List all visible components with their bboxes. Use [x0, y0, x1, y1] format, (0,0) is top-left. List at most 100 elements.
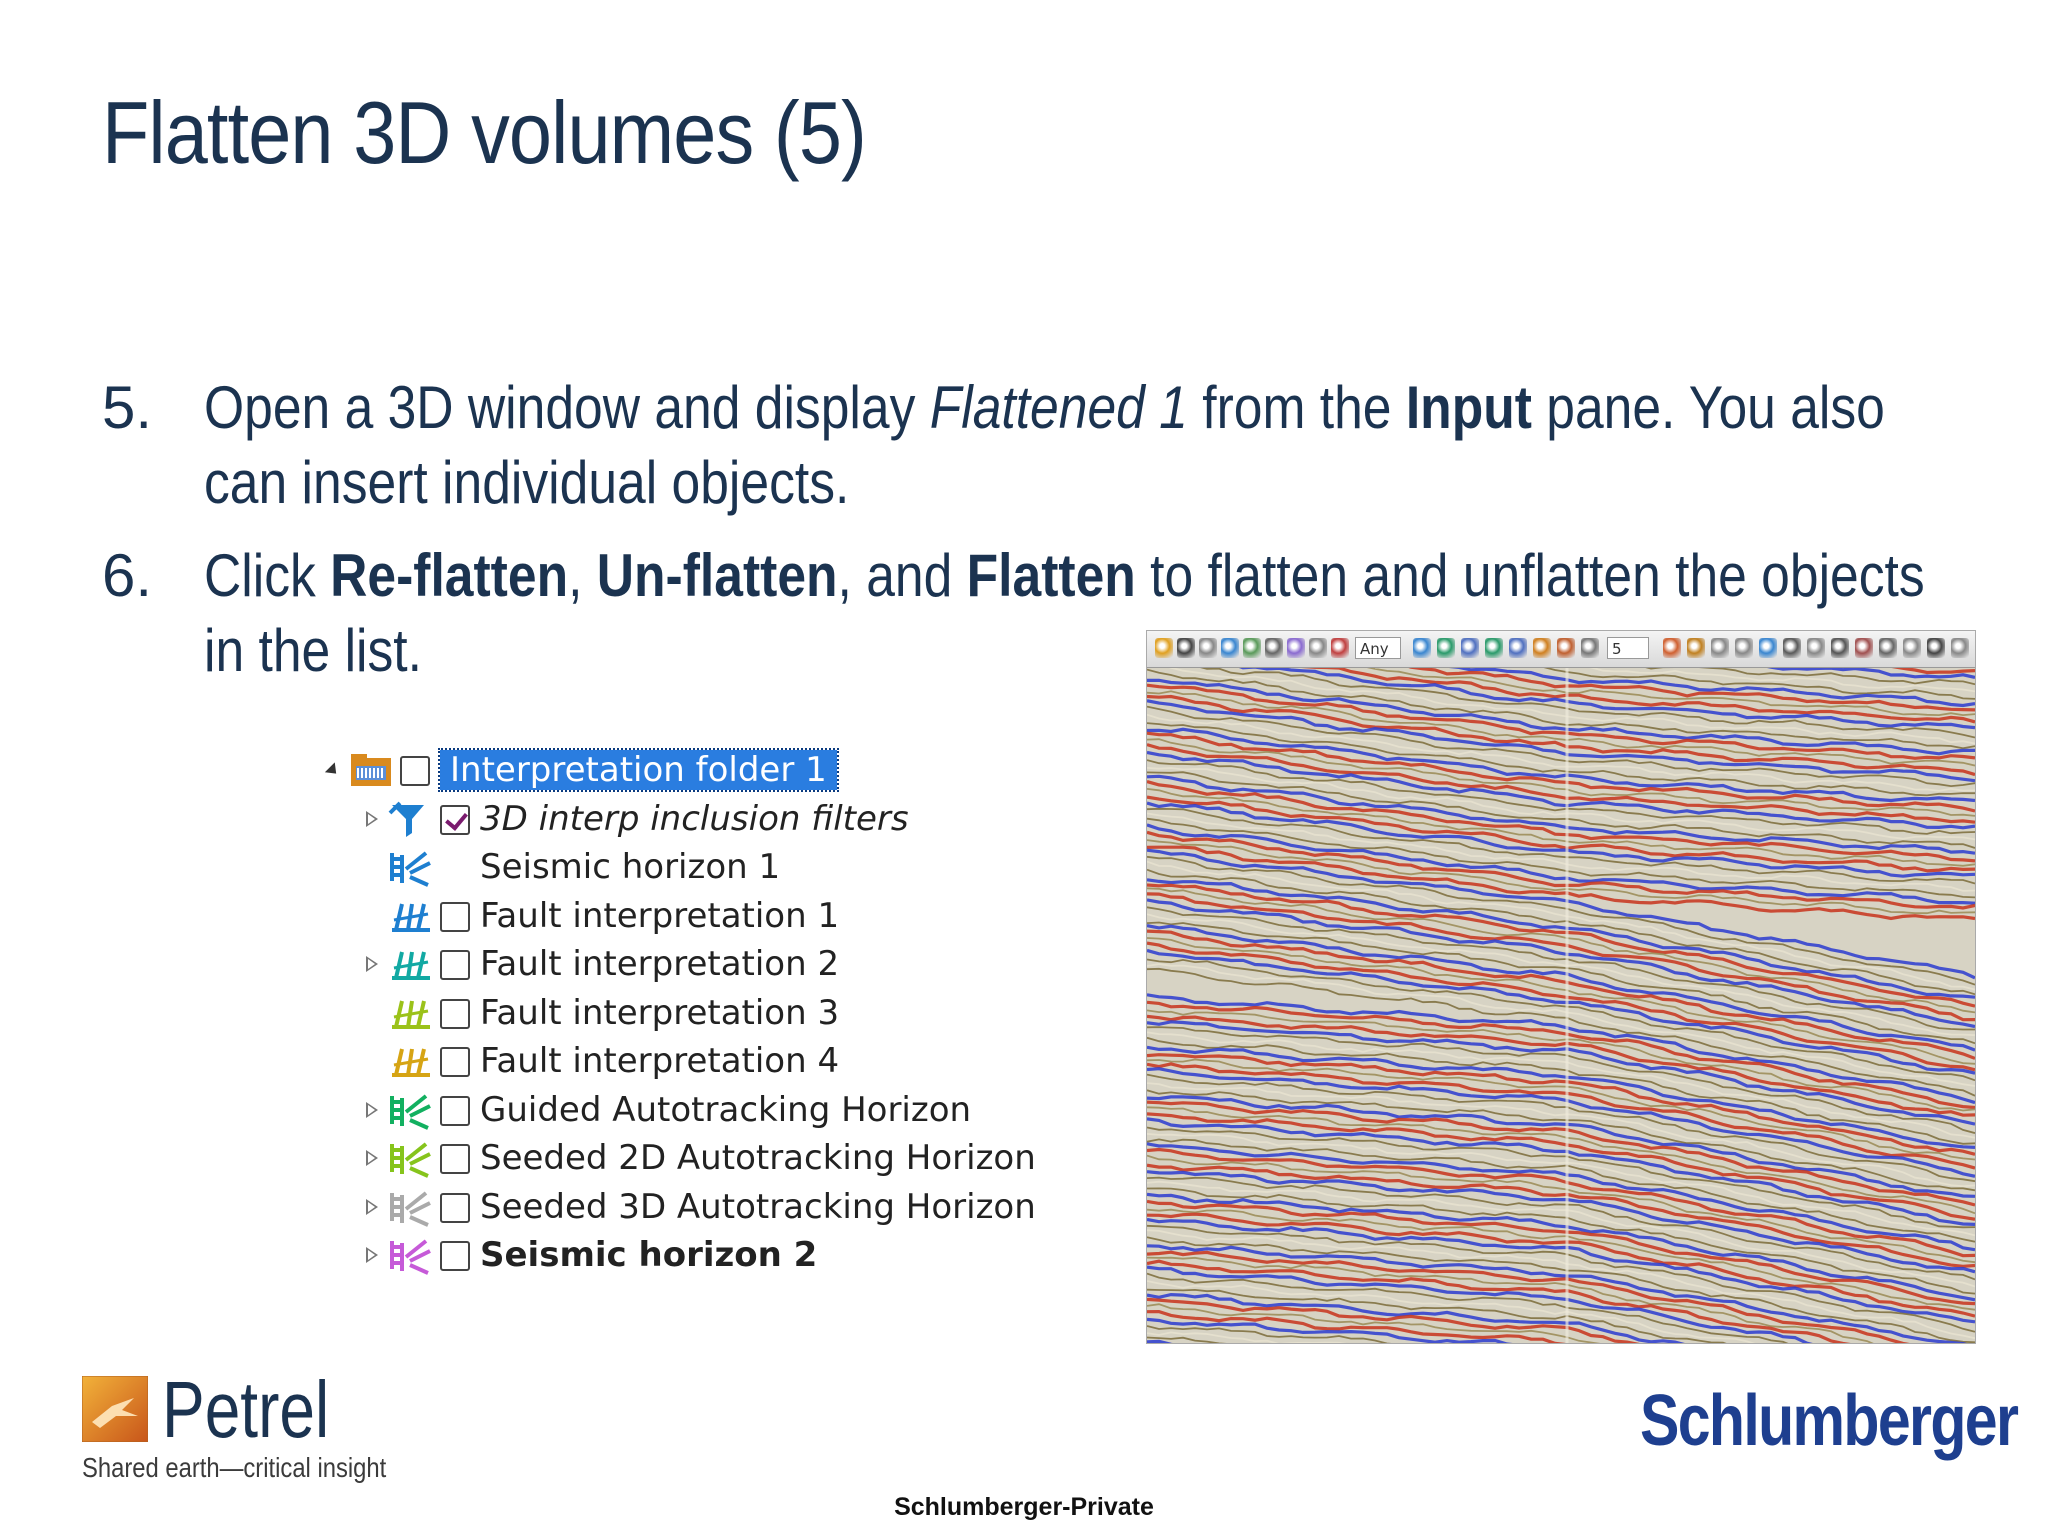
- step-text-run: ,: [568, 542, 597, 609]
- step-5: 5. Open a 3D window and display Flattene…: [102, 370, 1982, 520]
- toolbar-button-icon[interactable]: [1309, 638, 1327, 658]
- horizon-icon: [390, 1239, 431, 1275]
- toolbar-button-icon[interactable]: [1735, 638, 1753, 658]
- slide-title: Flatten 3D volumes (5): [102, 83, 867, 182]
- step-text-run: Click: [204, 542, 331, 609]
- toolbar-button-icon[interactable]: [1437, 638, 1455, 658]
- toolbar-button-icon[interactable]: [1783, 638, 1801, 658]
- tree-item[interactable]: Fault interpretation 3: [326, 991, 1086, 1040]
- tree-item-label[interactable]: Interpretation folder 1: [438, 748, 839, 792]
- step-text-run: , and: [837, 542, 967, 609]
- toolbar-button-icon[interactable]: [1485, 638, 1503, 658]
- toolbar-button-icon[interactable]: [1557, 638, 1575, 658]
- toolbar-button-icon[interactable]: [1199, 638, 1217, 658]
- visibility-checkbox[interactable]: [440, 1241, 470, 1271]
- tree-item[interactable]: Fault interpretation 1: [326, 894, 1086, 943]
- collapsed-arrow-icon[interactable]: [366, 810, 378, 827]
- visibility-checkbox[interactable]: [400, 756, 430, 786]
- filter-icon: [388, 801, 424, 837]
- toolbar-button-icon[interactable]: [1461, 638, 1479, 658]
- toolbar-button-icon[interactable]: [1759, 638, 1777, 658]
- toolbar-button-icon[interactable]: [1509, 638, 1527, 658]
- fault-icon: [392, 1000, 430, 1029]
- seismic-3d-view[interactable]: [1147, 668, 1975, 1343]
- tree-item-label[interactable]: Guided Autotracking Horizon: [480, 1090, 971, 1130]
- tree-item[interactable]: Seismic horizon 1: [326, 845, 1086, 894]
- toolbar-button-icon[interactable]: [1331, 638, 1349, 658]
- collapsed-arrow-icon[interactable]: [366, 956, 378, 972]
- domain-combo[interactable]: Any: [1355, 637, 1401, 659]
- visibility-checkbox[interactable]: [440, 1095, 470, 1126]
- number-combo[interactable]: 5: [1607, 637, 1649, 659]
- toolbar-button-icon[interactable]: [1951, 638, 1969, 658]
- tree-item[interactable]: Guided Autotracking Horizon: [326, 1088, 1086, 1137]
- toolbar-button-icon[interactable]: [1533, 638, 1551, 658]
- visibility-checkbox[interactable]: [440, 1144, 470, 1174]
- tree-item-label[interactable]: Fault interpretation 4: [480, 1041, 839, 1081]
- folder-icon: [351, 754, 391, 786]
- flatten-term: Flatten: [966, 542, 1136, 609]
- fault-icon: [392, 951, 430, 980]
- visibility-checkbox[interactable]: [440, 901, 470, 932]
- toolbar-button-icon[interactable]: [1177, 638, 1195, 658]
- step-number: 6.: [102, 542, 153, 609]
- petrel-bird-icon: [82, 1376, 148, 1442]
- 3d-window[interactable]: Any 5: [1146, 630, 1976, 1344]
- tree-item-label[interactable]: Fault interpretation 3: [480, 993, 839, 1033]
- toolbar-button-icon[interactable]: [1265, 638, 1283, 658]
- petrel-wordmark: Petrel: [162, 1365, 330, 1454]
- tree-item[interactable]: Fault interpretation 4: [326, 1039, 1086, 1088]
- visibility-checkbox[interactable]: [440, 1047, 470, 1077]
- toolbar-button-icon[interactable]: [1711, 638, 1729, 658]
- toolbar-button-icon[interactable]: [1413, 638, 1431, 658]
- collapsed-arrow-icon[interactable]: [366, 1247, 378, 1263]
- tree-item-label[interactable]: Seismic horizon 1: [480, 847, 780, 887]
- tree-item-label[interactable]: Seeded 3D Autotracking Horizon: [480, 1187, 1036, 1227]
- tree-item[interactable]: Seismic horizon 2: [326, 1233, 1086, 1282]
- toolbar-button-icon[interactable]: [1243, 638, 1261, 658]
- fault-icon: [392, 903, 430, 932]
- input-pane-term: Input: [1405, 374, 1532, 441]
- tree-item-label[interactable]: Seeded 2D Autotracking Horizon: [480, 1138, 1036, 1178]
- toolbar-button-icon[interactable]: [1155, 638, 1173, 658]
- toolbar-button-icon[interactable]: [1903, 638, 1921, 658]
- tree-item[interactable]: Seeded 3D Autotracking Horizon: [326, 1185, 1086, 1234]
- tree-item[interactable]: 3D interp inclusion filters: [326, 797, 1086, 846]
- collapsed-arrow-icon[interactable]: [366, 1150, 378, 1166]
- fault-icon: [392, 1048, 430, 1077]
- tree-item[interactable]: Interpretation folder 1: [324, 748, 1086, 797]
- collapsed-arrow-icon[interactable]: [366, 1198, 378, 1215]
- toolbar-button-icon[interactable]: [1221, 638, 1239, 658]
- toolbar-button-icon[interactable]: [1831, 638, 1849, 658]
- tree-item-label[interactable]: Fault interpretation 2: [480, 944, 839, 984]
- toolbar-button-icon[interactable]: [1855, 638, 1873, 658]
- toolbar-button-icon[interactable]: [1927, 638, 1945, 658]
- visibility-checkbox[interactable]: [440, 804, 470, 835]
- tree-item[interactable]: Seeded 2D Autotracking Horizon: [326, 1136, 1086, 1185]
- tree-item-label[interactable]: Seismic horizon 2: [480, 1235, 817, 1275]
- expanded-arrow-icon[interactable]: [324, 762, 342, 779]
- schlumberger-logo: Schlumberger: [1640, 1381, 2019, 1461]
- toolbar-button-icon[interactable]: [1287, 638, 1305, 658]
- step-text-run: Open a 3D window and display: [204, 374, 930, 441]
- input-pane-tree: Interpretation folder 1 3D interp inclusi…: [324, 748, 1086, 1282]
- tree-item-label[interactable]: Fault interpretation 1: [480, 896, 839, 936]
- step-text: Open a 3D window and display Flattened 1…: [204, 370, 1978, 520]
- horizon-icon: [390, 1190, 431, 1227]
- toolbar-button-icon[interactable]: [1807, 638, 1825, 658]
- toolbar-button-icon[interactable]: [1581, 638, 1599, 658]
- toolbar-button-icon[interactable]: [1663, 638, 1681, 658]
- 3d-window-toolbar: Any 5: [1147, 631, 1975, 668]
- collapsed-arrow-icon[interactable]: [366, 1101, 378, 1118]
- visibility-checkbox[interactable]: [440, 998, 470, 1029]
- visibility-checkbox[interactable]: [440, 1192, 470, 1223]
- visibility-checkbox[interactable]: [440, 950, 470, 980]
- toolbar-button-icon[interactable]: [1687, 638, 1705, 658]
- toolbar-button-icon[interactable]: [1879, 638, 1897, 658]
- petrel-tagline: Shared earth—critical insight: [82, 1452, 387, 1483]
- tree-item-label[interactable]: 3D interp inclusion filters: [480, 799, 909, 839]
- tree-item[interactable]: Fault interpretation 2: [326, 942, 1086, 991]
- step-text-run: from the: [1187, 374, 1406, 441]
- flattened-1-term: Flattened 1: [929, 374, 1188, 441]
- horizon-icon: [390, 1093, 431, 1130]
